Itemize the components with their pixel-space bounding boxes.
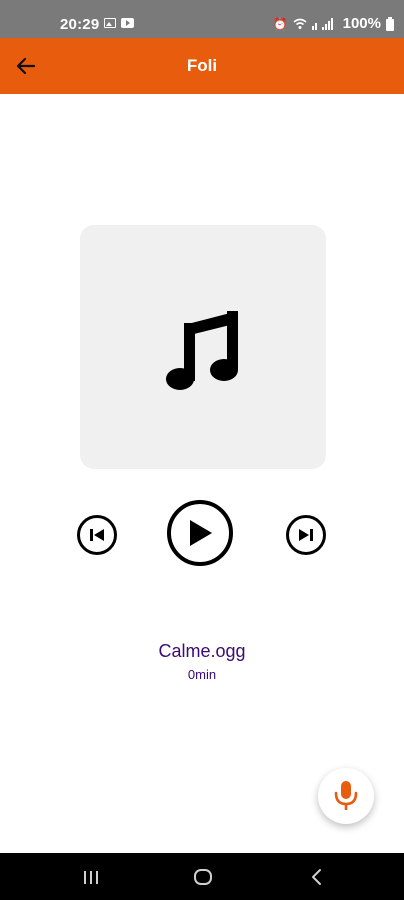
- image-icon: [104, 18, 116, 28]
- alarm-icon: ⏰: [272, 16, 288, 31]
- page-title: Foli: [186, 56, 218, 75]
- status-time: 20:29: [60, 16, 100, 33]
- battery-level: 100%: [342, 15, 381, 32]
- screen: 20:29 ⏰ 100% Foli Calme.ogg 0min: [0, 0, 404, 900]
- status-right: ⏰ 100%: [273, 15, 394, 32]
- track-title: Calme.ogg: [158, 641, 246, 661]
- recents-icon: [84, 871, 98, 884]
- signal-icon: [311, 17, 333, 30]
- app-bar: Foli: [0, 38, 404, 94]
- home-icon: [194, 869, 212, 885]
- play-icon: [190, 520, 212, 546]
- recents-button[interactable]: [76, 865, 106, 889]
- status-bar: 20:29 ⏰ 100%: [0, 0, 404, 38]
- system-back-button[interactable]: [302, 865, 332, 889]
- next-button[interactable]: [286, 515, 326, 555]
- track-duration: 0min: [187, 667, 217, 682]
- battery-icon: [386, 16, 394, 31]
- microphone-icon: [334, 781, 358, 810]
- skip-previous-icon: [90, 529, 104, 541]
- play-button[interactable]: [167, 500, 233, 566]
- youtube-icon: [121, 18, 134, 28]
- back-icon: [312, 869, 321, 885]
- previous-button[interactable]: [77, 515, 117, 555]
- status-left-icons: [104, 18, 134, 28]
- music-note-icon: [166, 311, 238, 390]
- navigation-bar: [0, 853, 404, 900]
- wifi-icon: [293, 18, 307, 29]
- microphone-button[interactable]: [318, 768, 374, 824]
- home-button[interactable]: [188, 865, 218, 889]
- skip-next-icon: [299, 529, 313, 541]
- album-artwork: [80, 225, 326, 469]
